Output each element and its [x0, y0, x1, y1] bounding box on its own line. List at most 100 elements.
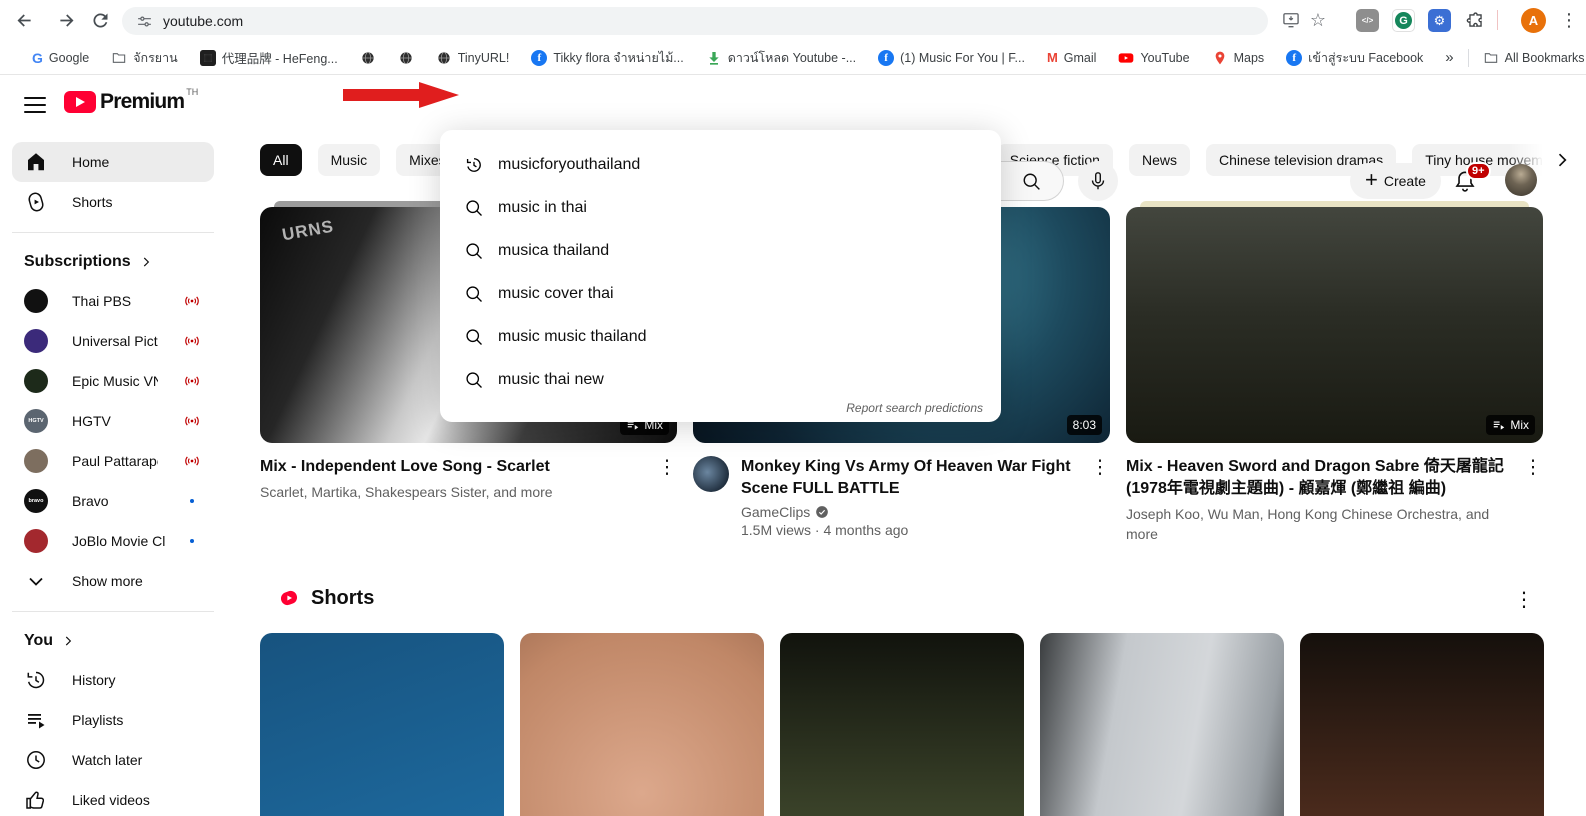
logo-text: Premium — [100, 91, 184, 113]
bookmark-item[interactable]: 代理品牌 - HeFeng... — [200, 48, 338, 67]
chip-music[interactable]: Music — [318, 144, 381, 176]
extensions-puzzle-icon[interactable] — [1464, 9, 1487, 32]
sidebar-item-home[interactable]: Home — [12, 142, 214, 182]
sidebar-label: Watch later — [72, 752, 142, 768]
sidebar-label: History — [72, 672, 116, 688]
suggestion-text: musica thailand — [498, 242, 609, 260]
you-header[interactable]: You — [12, 622, 214, 660]
kebab-menu[interactable]: ⋮ — [1523, 456, 1543, 544]
install-icon[interactable] — [1281, 10, 1301, 30]
video-title[interactable]: Mix - Heaven Sword and Dragon Sabre 倚天屠龍… — [1126, 456, 1511, 500]
kebab-menu[interactable]: ⋮ — [657, 456, 677, 502]
suggestion-item[interactable]: musica thailand — [440, 229, 1001, 272]
shorts-thumbnail[interactable] — [780, 633, 1024, 816]
chips-scroll-right-button[interactable] — [1546, 144, 1578, 176]
address-bar[interactable]: youtube.com — [122, 7, 1268, 35]
video-title[interactable]: Mix - Independent Love Song - Scarlet — [260, 456, 645, 478]
suggestion-text: musicforyouthailand — [498, 156, 640, 174]
suggestion-item[interactable]: music music thailand — [440, 315, 1001, 358]
sidebar-item-watch-later[interactable]: Watch later — [12, 740, 214, 780]
youtube-premium-logo[interactable]: Premium TH — [64, 91, 198, 113]
bookmark-item[interactable] — [398, 50, 414, 66]
video-title[interactable]: Monkey King Vs Army Of Heaven War Fight … — [741, 456, 1078, 500]
sidebar-item-playlists[interactable]: Playlists — [12, 700, 214, 740]
sidebar-channel-item[interactable]: Paul Pattarapon ... — [12, 441, 214, 481]
search-icon — [1021, 171, 1042, 192]
sidebar-channel-item[interactable]: Epic Music VN — [12, 361, 214, 401]
sidebar-label: Home — [72, 154, 109, 170]
bookmark-item[interactable]: GGoogle — [32, 50, 89, 66]
bookmark-item[interactable]: Maps — [1212, 50, 1265, 66]
channel-name: JoBlo Movie Clips — [72, 533, 166, 549]
report-predictions-link[interactable]: Report search predictions — [846, 401, 983, 415]
suggestion-item[interactable]: music cover thai — [440, 272, 1001, 315]
sidebar-show-more[interactable]: Show more — [12, 561, 214, 601]
sidebar-item-history[interactable]: History — [12, 660, 214, 700]
subscriptions-header[interactable]: Subscriptions — [12, 243, 214, 281]
browser-menu-icon[interactable]: ⋮ — [1560, 11, 1578, 29]
create-button[interactable]: + Create — [1350, 163, 1441, 199]
sidebar-item-shorts[interactable]: Shorts — [12, 182, 214, 222]
bookmark-item[interactable]: MGmail — [1047, 50, 1097, 65]
mix-badge: Mix — [1486, 415, 1535, 435]
bookmarks-bar: GGoogle จักรยาน 代理品牌 - HeFeng... TinyURL… — [0, 41, 1586, 75]
site-icon — [200, 50, 216, 66]
facebook-icon: f — [531, 50, 547, 66]
bookmark-item[interactable]: fเข้าสู่ระบบ Facebook — [1286, 48, 1423, 68]
sidebar-label: Playlists — [72, 712, 123, 728]
bookmark-item[interactable]: f(1) Music For You | F... — [878, 50, 1025, 66]
bookmarks-overflow-chevron[interactable]: » — [1445, 49, 1453, 66]
browser-back-button[interactable] — [14, 10, 35, 31]
channel-avatar[interactable] — [693, 456, 729, 492]
shorts-thumbnail[interactable] — [1300, 633, 1544, 816]
sidebar-channel-item[interactable]: bravo Bravo — [12, 481, 214, 521]
search-button[interactable] — [1000, 161, 1064, 201]
shorts-thumbnail[interactable] — [520, 633, 764, 816]
bookmark-item[interactable]: จักรยาน — [111, 48, 178, 68]
shorts-logo-icon — [276, 585, 302, 611]
browser-reload-button[interactable] — [90, 10, 111, 31]
search-suggestions-panel: musicforyouthailand music in thai musica… — [440, 130, 1001, 422]
suggestion-item[interactable]: musicforyouthailand — [440, 143, 1001, 186]
bookmark-item[interactable]: ดาวน์โหลด Youtube -... — [706, 48, 856, 68]
extension-grammarly-icon[interactable]: G — [1392, 9, 1415, 32]
video-card[interactable]: Mix Mix - Heaven Sword and Dragon Sabre … — [1126, 200, 1543, 544]
shorts-thumbnail[interactable] — [1040, 633, 1284, 816]
shorts-kebab-menu[interactable]: ⋮ — [1514, 587, 1534, 612]
extension-settings-icon[interactable]: ⚙ — [1428, 9, 1451, 32]
sidebar-channel-item[interactable]: Thai PBS — [12, 281, 214, 321]
bookmark-star-icon[interactable]: ☆ — [1308, 10, 1328, 30]
chip-news[interactable]: News — [1129, 144, 1190, 176]
history-icon — [464, 155, 484, 175]
all-bookmarks-button[interactable]: All Bookmarks — [1483, 50, 1585, 66]
voice-search-button[interactable] — [1078, 161, 1118, 201]
channel-name[interactable]: GameClips — [741, 504, 810, 520]
show-more-label: Show more — [72, 573, 143, 589]
suggestion-item[interactable]: music thai new — [440, 358, 1001, 401]
sidebar-channel-item[interactable]: JoBlo Movie Clips — [12, 521, 214, 561]
sidebar-channel-item[interactable]: Universal Picture... — [12, 321, 214, 361]
browser-forward-button[interactable] — [56, 10, 77, 31]
browser-profile-avatar[interactable]: A — [1521, 8, 1546, 33]
video-thumbnail[interactable]: Mix — [1126, 207, 1543, 443]
folder-icon — [111, 50, 127, 66]
bookmark-item[interactable]: fTikky flora จำหน่ายไม้... — [531, 48, 683, 68]
suggestion-item[interactable]: music in thai — [440, 186, 1001, 229]
guide-menu-button[interactable] — [24, 94, 46, 116]
chip-all[interactable]: All — [260, 144, 302, 176]
video-byline[interactable]: Joseph Koo, Wu Man, Hong Kong Chinese Or… — [1126, 504, 1511, 544]
shorts-thumbnail[interactable] — [260, 633, 504, 816]
extension-code-icon[interactable]: </> — [1356, 9, 1379, 32]
sidebar-item-liked-videos[interactable]: Liked videos — [12, 780, 214, 816]
bookmark-item[interactable]: TinyURL! — [436, 50, 510, 66]
chevron-right-icon — [1552, 150, 1572, 170]
user-avatar[interactable] — [1505, 164, 1537, 196]
channel-name: Bravo — [72, 493, 166, 509]
bookmark-item[interactable]: YouTube — [1118, 50, 1189, 66]
you-title: You — [24, 632, 53, 650]
bookmark-item[interactable] — [360, 50, 376, 66]
sidebar-channel-item[interactable]: HGTV HGTV — [12, 401, 214, 441]
video-byline[interactable]: Scarlet, Martika, Shakespears Sister, an… — [260, 482, 645, 502]
channel-name: Paul Pattarapon ... — [72, 453, 158, 469]
kebab-menu[interactable]: ⋮ — [1090, 456, 1110, 540]
